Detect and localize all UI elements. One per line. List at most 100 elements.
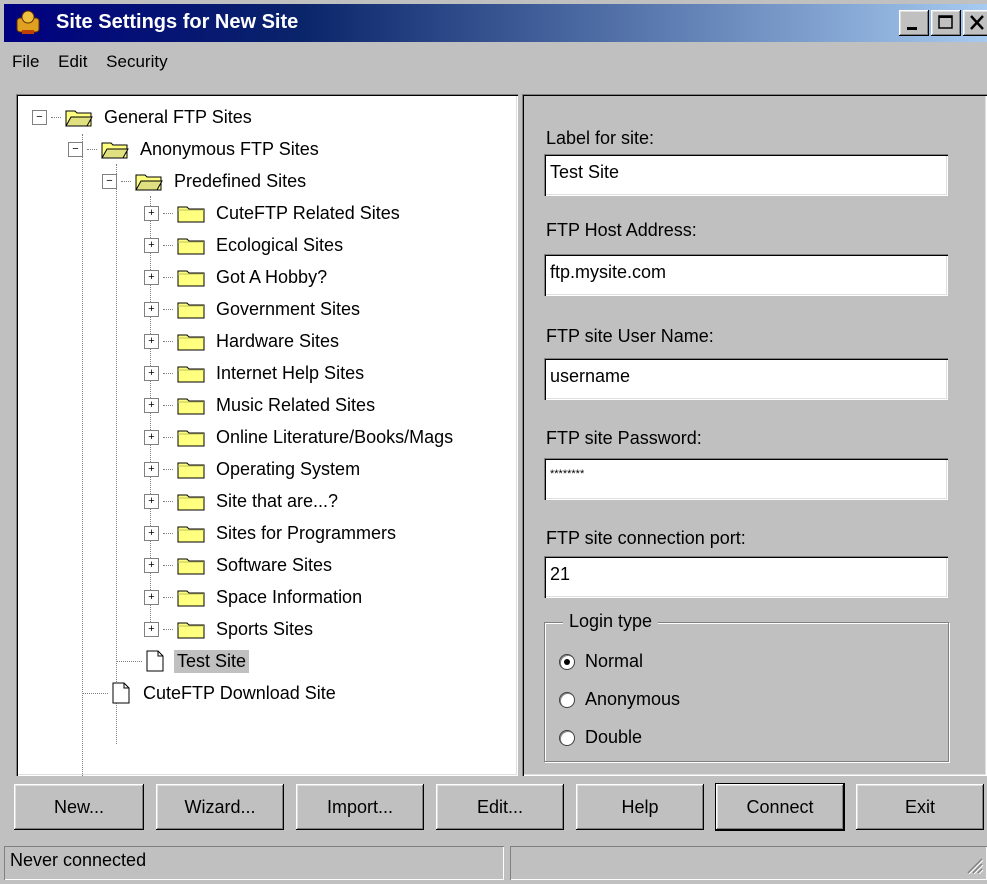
site-tree[interactable]: − General FTP Sites − Anonymous FTP Site… bbox=[16, 94, 518, 776]
tree-node-category[interactable]: + Got A Hobby? bbox=[144, 262, 330, 292]
expand-icon[interactable]: + bbox=[144, 301, 159, 317]
help-button[interactable]: Help bbox=[576, 784, 704, 830]
wizard-button[interactable]: Wizard... bbox=[156, 784, 284, 830]
radio-label: Anonymous bbox=[585, 689, 681, 709]
tree-label: Hardware Sites bbox=[216, 330, 340, 351]
tree-label: Anonymous FTP Sites bbox=[140, 138, 319, 159]
tree-label: Ecological Sites bbox=[216, 234, 344, 255]
new-button[interactable]: New... bbox=[14, 784, 144, 830]
tree-node-category[interactable]: + Sports Sites bbox=[144, 614, 316, 644]
title-bar[interactable]: Site Settings for New Site bbox=[4, 4, 987, 42]
expand-icon[interactable]: + bbox=[144, 429, 159, 445]
radio-icon[interactable] bbox=[559, 691, 575, 708]
edit-button[interactable]: Edit... bbox=[436, 784, 564, 830]
expand-icon[interactable]: + bbox=[144, 621, 159, 637]
tree-node-category[interactable]: + Site that are...? bbox=[144, 486, 341, 516]
tree-node-category[interactable]: + Operating System bbox=[144, 454, 363, 484]
user-name-label: FTP site User Name: bbox=[546, 326, 714, 346]
tree-node-category[interactable]: + Ecological Sites bbox=[144, 230, 346, 260]
folder-icon bbox=[177, 238, 205, 255]
radio-icon[interactable] bbox=[559, 729, 575, 746]
tree-label: Sites for Programmers bbox=[216, 522, 397, 543]
menu-edit[interactable]: Edit bbox=[58, 52, 87, 71]
expand-icon[interactable]: + bbox=[144, 525, 159, 541]
document-icon bbox=[146, 650, 164, 672]
import-button[interactable]: Import... bbox=[296, 784, 424, 830]
folder-icon bbox=[177, 430, 205, 447]
maximize-icon bbox=[938, 15, 953, 29]
tree-node-category[interactable]: + Software Sites bbox=[144, 550, 335, 580]
folder-icon bbox=[177, 206, 205, 223]
radio-selected-icon[interactable] bbox=[559, 653, 575, 670]
collapse-icon[interactable]: − bbox=[68, 141, 83, 157]
open-folder-icon bbox=[101, 142, 129, 159]
site-settings-window: Site Settings for New Site File Edit Sec… bbox=[0, 0, 987, 884]
host-address-input[interactable]: ftp.mysite.com bbox=[544, 254, 948, 296]
site-label-input[interactable]: Test Site bbox=[544, 154, 948, 196]
tree-label: Site that are...? bbox=[216, 490, 339, 511]
minimize-button[interactable] bbox=[899, 10, 929, 36]
tree-label: Software Sites bbox=[216, 554, 333, 575]
user-name-input[interactable]: username bbox=[544, 358, 948, 400]
expand-icon[interactable]: + bbox=[144, 237, 159, 253]
folder-icon bbox=[177, 558, 205, 575]
tree-label: Internet Help Sites bbox=[216, 362, 365, 383]
expand-icon[interactable]: + bbox=[144, 205, 159, 221]
resize-grip-icon[interactable] bbox=[965, 856, 983, 874]
tree-node-category[interactable]: + Space Information bbox=[144, 582, 365, 612]
tree-node-category[interactable]: + Music Related Sites bbox=[144, 390, 378, 420]
window-title: Site Settings for New Site bbox=[56, 11, 299, 33]
expand-icon[interactable]: + bbox=[144, 397, 159, 413]
tree-node-general-ftp[interactable]: − General FTP Sites bbox=[32, 102, 255, 132]
tree-node-category[interactable]: + Internet Help Sites bbox=[144, 358, 367, 388]
tree-label: CuteFTP Related Sites bbox=[216, 202, 400, 223]
menu-file[interactable]: File bbox=[12, 52, 39, 71]
login-anonymous-radio[interactable]: Anonymous bbox=[559, 689, 680, 710]
expand-icon[interactable]: + bbox=[144, 269, 159, 285]
menu-bar: File Edit Security bbox=[12, 52, 182, 86]
close-button[interactable] bbox=[963, 10, 987, 36]
login-double-radio[interactable]: Double bbox=[559, 727, 642, 748]
maximize-button[interactable] bbox=[931, 10, 961, 36]
tree-label: Online Literature/Books/Mags bbox=[216, 426, 454, 447]
tree-node-category[interactable]: + Government Sites bbox=[144, 294, 363, 324]
tree-label: Got A Hobby? bbox=[216, 266, 328, 287]
tree-label: General FTP Sites bbox=[104, 106, 252, 127]
collapse-icon[interactable]: − bbox=[102, 173, 117, 189]
folder-icon bbox=[177, 398, 205, 415]
folder-icon bbox=[177, 526, 205, 543]
folder-icon bbox=[177, 590, 205, 607]
expand-icon[interactable]: + bbox=[144, 493, 159, 509]
tree-node-test-site[interactable]: Test Site bbox=[116, 646, 250, 676]
expand-icon[interactable]: + bbox=[144, 461, 159, 477]
tree-node-category[interactable]: + Sites for Programmers bbox=[144, 518, 399, 548]
port-input[interactable]: 21 bbox=[544, 556, 948, 598]
tree-node-category[interactable]: + CuteFTP Related Sites bbox=[144, 198, 403, 228]
tree-label: Government Sites bbox=[216, 298, 361, 319]
collapse-icon[interactable]: − bbox=[32, 109, 47, 125]
folder-icon bbox=[177, 622, 205, 639]
tree-label: Music Related Sites bbox=[216, 394, 376, 415]
folder-icon bbox=[177, 334, 205, 351]
connect-button[interactable]: Connect bbox=[715, 783, 845, 831]
expand-icon[interactable]: + bbox=[144, 589, 159, 605]
tree-node-download-site[interactable]: CuteFTP Download Site bbox=[82, 678, 339, 708]
port-label: FTP site connection port: bbox=[546, 528, 746, 548]
exit-button[interactable]: Exit bbox=[856, 784, 984, 830]
tree-node-category[interactable]: + Hardware Sites bbox=[144, 326, 342, 356]
login-normal-radio[interactable]: Normal bbox=[559, 651, 643, 672]
tree-node-anonymous[interactable]: − Anonymous FTP Sites bbox=[68, 134, 322, 164]
menu-security[interactable]: Security bbox=[106, 52, 167, 71]
login-type-title: Login type bbox=[563, 611, 659, 632]
password-input[interactable]: ******** bbox=[544, 458, 948, 500]
close-icon bbox=[970, 15, 984, 30]
expand-icon[interactable]: + bbox=[144, 557, 159, 573]
expand-icon[interactable]: + bbox=[144, 365, 159, 381]
tree-node-category[interactable]: + Online Literature/Books/Mags bbox=[144, 422, 456, 452]
tree-label: Sports Sites bbox=[216, 618, 314, 639]
expand-icon[interactable]: + bbox=[144, 333, 159, 349]
folder-icon bbox=[177, 270, 205, 287]
tree-node-predefined[interactable]: − Predefined Sites bbox=[102, 166, 309, 196]
tree-label: Test Site bbox=[174, 649, 250, 673]
document-icon bbox=[112, 682, 130, 704]
